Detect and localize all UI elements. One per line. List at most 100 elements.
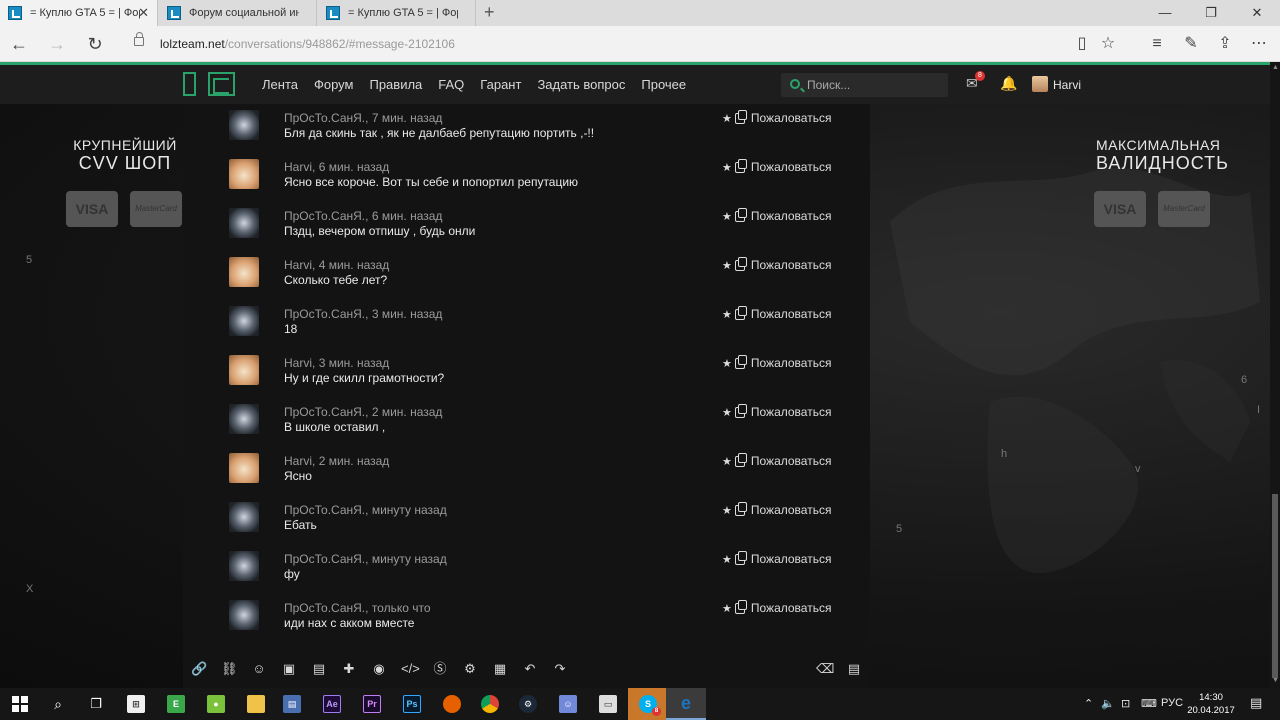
premiere-app[interactable]: Pr <box>352 688 392 720</box>
discord-app[interactable]: ☺ <box>548 688 588 720</box>
link-icon[interactable]: 🔗 <box>191 661 207 677</box>
notifications-bell-icon[interactable]: 🔔 <box>1000 75 1017 92</box>
games-app[interactable]: ● <box>196 688 236 720</box>
author-name[interactable]: ПрОсТо.СанЯ. <box>284 405 365 419</box>
author-avatar[interactable] <box>229 306 259 336</box>
copy-icon[interactable] <box>734 501 747 516</box>
author-avatar[interactable] <box>229 600 259 630</box>
back-button[interactable]: ← <box>6 32 32 56</box>
nav-ask-question[interactable]: Задать вопрос <box>537 77 625 92</box>
docs-app[interactable]: ▤ <box>272 688 312 720</box>
reading-view-icon[interactable]: ▯ <box>1071 33 1093 55</box>
author-name[interactable]: Harvi <box>284 454 312 468</box>
more-icon[interactable]: ⋯ <box>1248 33 1270 55</box>
eraser-icon[interactable]: ⌫ <box>816 661 834 677</box>
star-icon[interactable]: ★ <box>722 161 732 174</box>
nav-other[interactable]: Прочее <box>641 77 686 92</box>
minimize-button[interactable]: — <box>1142 0 1188 26</box>
report-link[interactable]: Пожаловаться <box>751 454 832 468</box>
author-name[interactable]: ПрОсТо.СанЯ. <box>284 601 365 615</box>
star-icon[interactable]: ★ <box>722 406 732 419</box>
copy-icon[interactable] <box>734 599 747 614</box>
report-link[interactable]: Пожаловаться <box>751 356 832 370</box>
copy-icon[interactable] <box>734 256 747 271</box>
right-ad-banner[interactable]: МАКСИМАЛЬНАЯ ВАЛИДНОСТЬ <box>1096 137 1228 174</box>
browser-tab-2[interactable]: Форум социальной инжен <box>159 0 317 26</box>
author-name[interactable]: Harvi <box>284 258 312 272</box>
author-name[interactable]: ПрОсТо.СанЯ. <box>284 503 365 517</box>
save-icon[interactable]: ▦ <box>492 661 508 677</box>
report-link[interactable]: Пожаловаться <box>751 111 832 125</box>
author-avatar[interactable] <box>229 110 259 140</box>
report-link[interactable]: Пожаловаться <box>751 405 832 419</box>
source-icon[interactable]: ▤ <box>846 661 862 677</box>
author-name[interactable]: Harvi <box>284 356 312 370</box>
chrome-app[interactable] <box>470 688 510 720</box>
system-clock[interactable]: 14:30 20.04.2017 <box>1180 691 1242 717</box>
edge-app[interactable]: e <box>666 688 706 720</box>
unlink-icon[interactable]: ⛓ <box>221 661 238 677</box>
report-link[interactable]: Пожаловаться <box>751 209 832 223</box>
browser-tab-3[interactable]: = Куплю GTA 5 = | Форум с <box>318 0 476 26</box>
web-note-icon[interactable]: ✎ <box>1180 33 1202 55</box>
author-name[interactable]: ПрОсТо.СанЯ. <box>284 307 365 321</box>
nav-faq[interactable]: FAQ <box>438 77 464 92</box>
star-icon[interactable]: ★ <box>722 210 732 223</box>
scrollbar-thumb[interactable] <box>1272 494 1278 678</box>
steam-app[interactable]: ⚙ <box>508 688 548 720</box>
evernote-app[interactable]: E <box>156 688 196 720</box>
copy-icon[interactable] <box>734 109 747 124</box>
redo-icon[interactable]: ↷ <box>552 661 568 677</box>
report-link[interactable]: Пожаловаться <box>751 160 832 174</box>
undo-icon[interactable]: ↶ <box>522 661 538 677</box>
files-app[interactable]: ▭ <box>588 688 628 720</box>
copy-icon[interactable] <box>734 550 747 565</box>
after-effects-app[interactable]: Ae <box>312 688 352 720</box>
star-icon[interactable]: ★ <box>722 259 732 272</box>
store-app[interactable]: ⊞ <box>116 688 156 720</box>
skype-icon[interactable]: Ⓢ <box>432 661 448 677</box>
scroll-down-icon[interactable]: ▼ <box>1272 677 1279 684</box>
user-avatar[interactable] <box>1032 76 1048 92</box>
forward-button[interactable]: → <box>44 32 70 56</box>
copy-icon[interactable] <box>734 158 747 173</box>
scroll-up-icon[interactable]: ▲ <box>1272 64 1279 71</box>
search-taskbar-button[interactable]: ⌕ <box>38 688 78 720</box>
network-icon[interactable]: ⊡ <box>1121 697 1130 710</box>
share-icon[interactable]: ⇪ <box>1214 33 1236 55</box>
author-avatar[interactable] <box>229 453 259 483</box>
search-input[interactable] <box>807 73 942 97</box>
copy-icon[interactable] <box>734 403 747 418</box>
report-link[interactable]: Пожаловаться <box>751 503 832 517</box>
report-link[interactable]: Пожаловаться <box>751 552 832 566</box>
author-avatar[interactable] <box>229 551 259 581</box>
copy-icon[interactable] <box>734 207 747 222</box>
star-icon[interactable]: ★ <box>722 357 732 370</box>
report-link[interactable]: Пожаловаться <box>751 601 832 615</box>
author-avatar[interactable] <box>229 257 259 287</box>
star-icon[interactable]: ★ <box>722 602 732 615</box>
copy-icon[interactable] <box>734 452 747 467</box>
browser-tab-1[interactable]: = Куплю GTA 5 = | Фор ✕ <box>0 0 158 26</box>
author-name[interactable]: ПрОсТо.СанЯ. <box>284 552 365 566</box>
author-name[interactable]: ПрОсТо.СанЯ. <box>284 209 365 223</box>
close-window-button[interactable]: ✕ <box>1234 0 1280 26</box>
photoshop-app[interactable]: Ps <box>392 688 432 720</box>
new-tab-button[interactable]: + <box>484 2 495 23</box>
copy-icon[interactable] <box>734 305 747 320</box>
explorer-app[interactable] <box>236 688 276 720</box>
author-avatar[interactable] <box>229 502 259 532</box>
volume-icon[interactable]: 🔈 <box>1101 697 1115 710</box>
code-icon[interactable]: </> <box>401 661 420 677</box>
site-logo[interactable] <box>183 72 235 96</box>
username[interactable]: Harvi <box>1053 78 1081 92</box>
nav-feed[interactable]: Лента <box>262 77 298 92</box>
nav-forum[interactable]: Форум <box>314 77 354 92</box>
keyboard-icon[interactable]: ⌨ <box>1141 697 1157 710</box>
refresh-button[interactable]: ↻ <box>82 32 108 56</box>
action-center-icon[interactable]: ▤ <box>1250 695 1262 711</box>
star-icon[interactable]: ★ <box>722 504 732 517</box>
close-tab-icon[interactable]: ✕ <box>138 5 149 21</box>
author-avatar[interactable] <box>229 404 259 434</box>
star-icon[interactable]: ★ <box>722 553 732 566</box>
